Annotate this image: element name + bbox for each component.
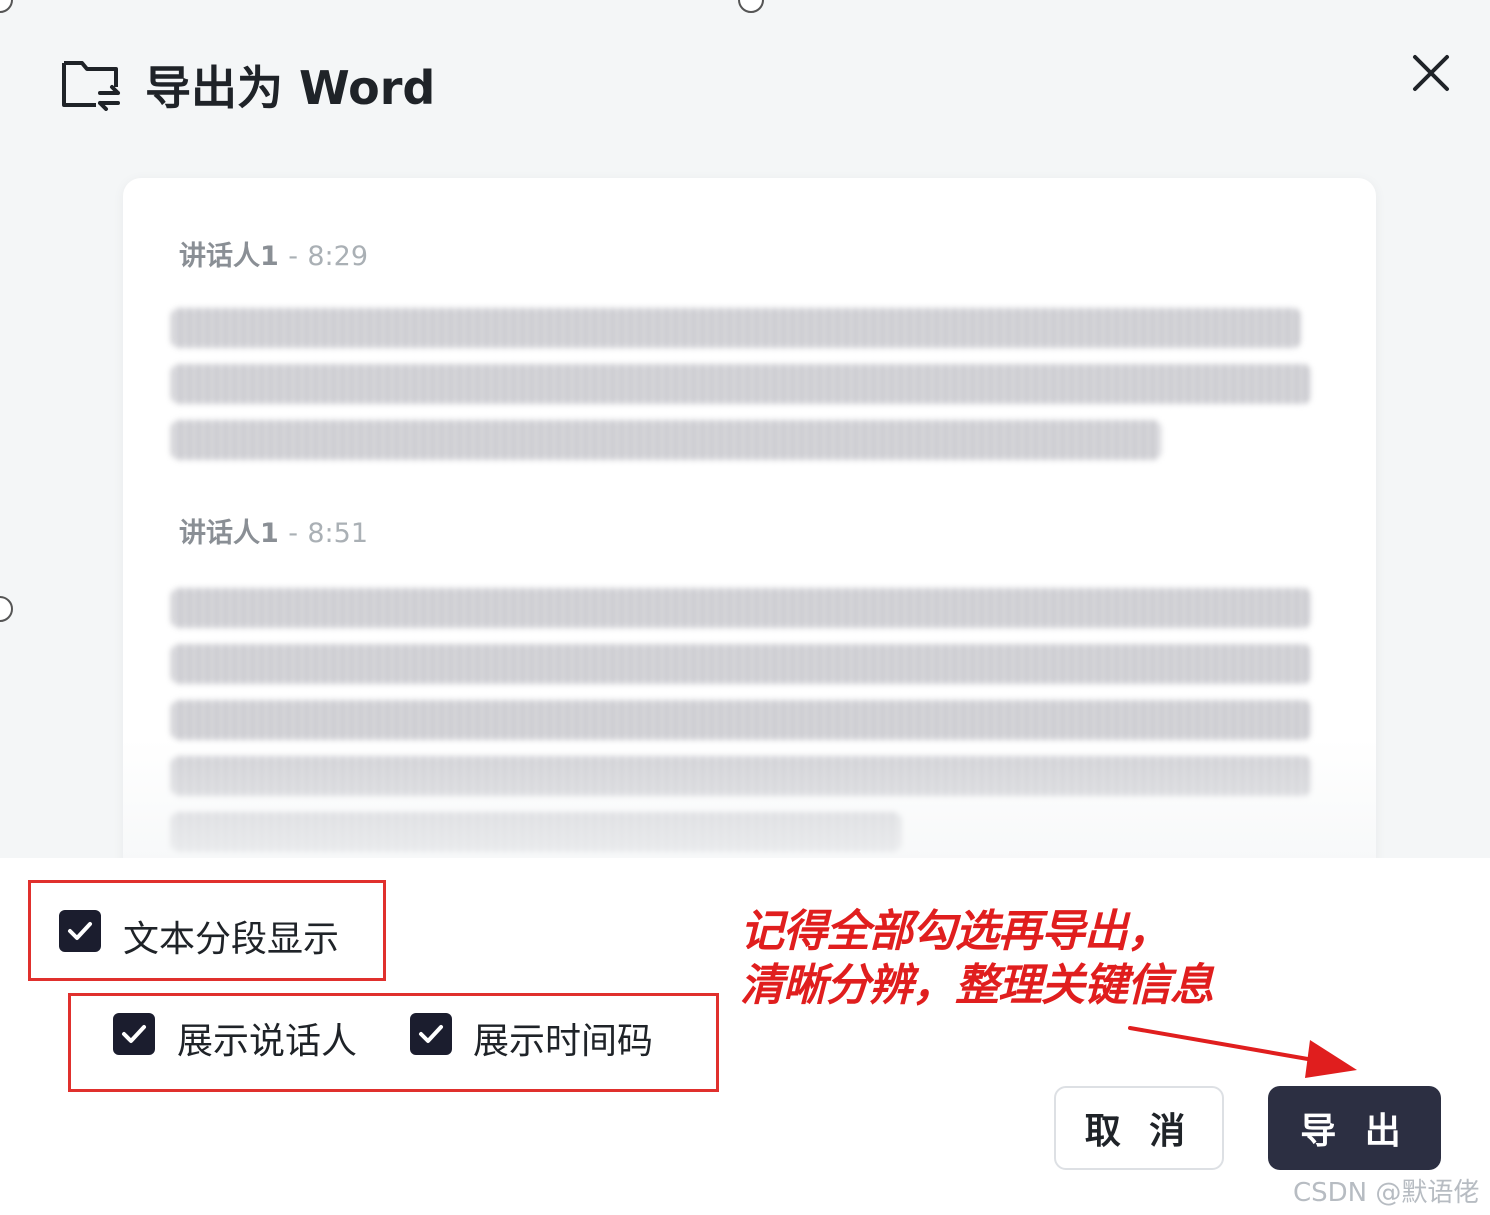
preview-fade [123, 738, 1376, 878]
timestamp: 8:51 [307, 518, 368, 549]
document-preview: 讲话人1 - 8:29 讲话人1 - 8:51 [123, 178, 1376, 878]
arrow-icon [1128, 1026, 1357, 1078]
cancel-button[interactable]: 取 消 [1054, 1086, 1224, 1170]
paragraph-checkbox[interactable] [59, 910, 101, 952]
speaker-name: 讲话人1 [179, 518, 279, 549]
show-timecode-label[interactable]: 展示时间码 [473, 1012, 653, 1064]
close-icon [1413, 55, 1449, 91]
dialog-title: 导出为 Word [145, 61, 436, 115]
show-speaker-checkbox[interactable] [113, 1013, 155, 1055]
check-icon [68, 922, 92, 940]
annotation-line: 记得全部勾选再导出， [740, 906, 1171, 957]
show-timecode-checkbox[interactable] [410, 1013, 452, 1055]
export-button[interactable]: 导 出 [1268, 1086, 1441, 1170]
separator: - [288, 518, 298, 549]
annotation-text: 记得全部勾选再导出， 清晰分辨，整理关键信息 [740, 905, 1214, 1013]
close-button[interactable] [1410, 52, 1452, 94]
speaker-name: 讲话人1 [179, 241, 279, 272]
check-icon [419, 1025, 443, 1043]
speaker-timestamp: 讲话人1 - 8:29 [179, 234, 368, 273]
show-speaker-label[interactable]: 展示说话人 [177, 1012, 357, 1064]
speaker-timestamp: 讲话人1 - 8:51 [179, 511, 368, 550]
blurred-paragraph [171, 308, 1311, 476]
timestamp: 8:29 [307, 241, 368, 272]
paragraph-label[interactable]: 文本分段显示 [123, 910, 339, 962]
export-word-dialog: 导出为 Word 讲话人1 - 8:29 讲话人1 - 8:51 文本分段显示 … [0, 0, 1490, 1215]
folder-export-icon [60, 55, 122, 111]
separator: - [288, 241, 298, 272]
watermark: CSDN @默语佬 [1293, 1178, 1480, 1208]
check-icon [122, 1025, 146, 1043]
annotation-line: 清晰分辨，整理关键信息 [740, 960, 1214, 1011]
